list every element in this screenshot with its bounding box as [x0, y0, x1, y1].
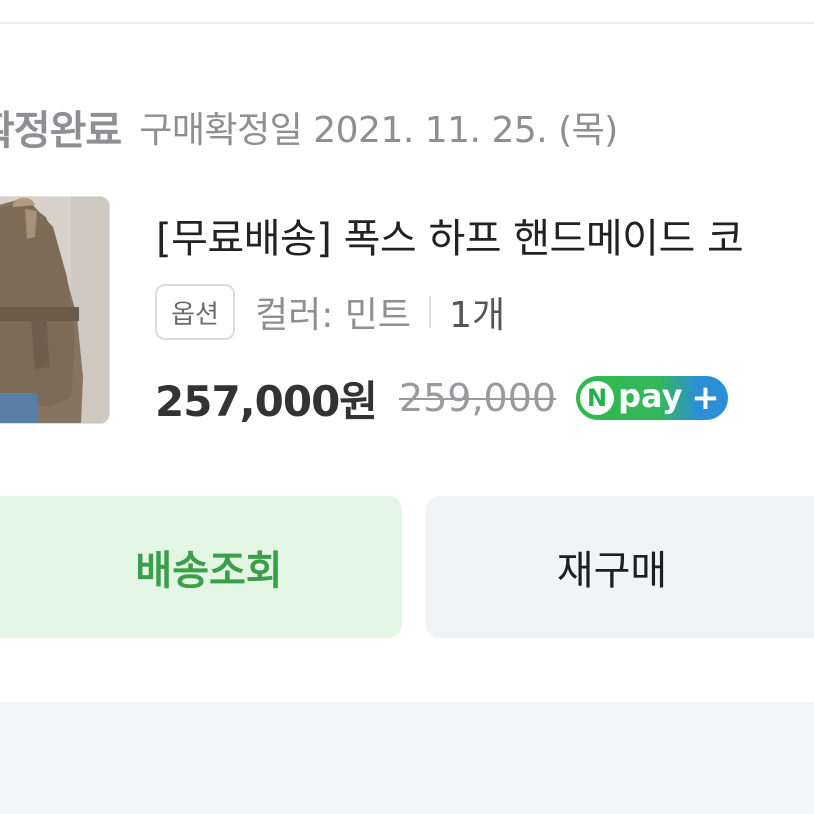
- option-quantity: 1개: [449, 295, 506, 336]
- product-option-row: 옵션 컬러: 민트 1개: [155, 282, 505, 342]
- rebuy-button[interactable]: 재구매: [426, 496, 814, 638]
- product-title[interactable]: [무료배송] 폭스 하프 핸드메이드 코: [156, 206, 744, 264]
- track-delivery-button[interactable]: 배송조회: [0, 496, 402, 638]
- option-divider: [429, 296, 432, 328]
- npay-n-icon: N: [580, 381, 615, 415]
- price-row: 257,000원 259,000 N pay +: [155, 366, 729, 430]
- product-photo-illustration: [0, 197, 109, 423]
- next-section-panel: [0, 702, 814, 814]
- plus-icon: +: [691, 378, 720, 418]
- top-divider: [0, 0, 814, 24]
- option-badge: 옵션: [155, 284, 235, 340]
- original-price: 259,000: [398, 376, 557, 420]
- option-value: 컬러: 민트: [255, 295, 412, 336]
- npay-label: pay: [618, 377, 683, 415]
- track-delivery-label: 배송조회: [135, 548, 283, 594]
- purchase-confirm-date: 구매확정일 2021. 11. 25. (목): [139, 110, 618, 151]
- rebuy-label: 재구매: [556, 548, 668, 594]
- npay-plus-badge: N pay +: [576, 376, 729, 420]
- order-status-title: 확정완료: [0, 108, 122, 154]
- order-card-page: 확정완료 구매확정일 2021. 11. 25. (목) [무료배송] 폭스 하…: [0, 0, 814, 814]
- sale-price: 257,000원: [155, 376, 378, 426]
- product-thumbnail[interactable]: [0, 196, 110, 424]
- order-status-row: 확정완료 구매확정일 2021. 11. 25. (목): [0, 92, 622, 162]
